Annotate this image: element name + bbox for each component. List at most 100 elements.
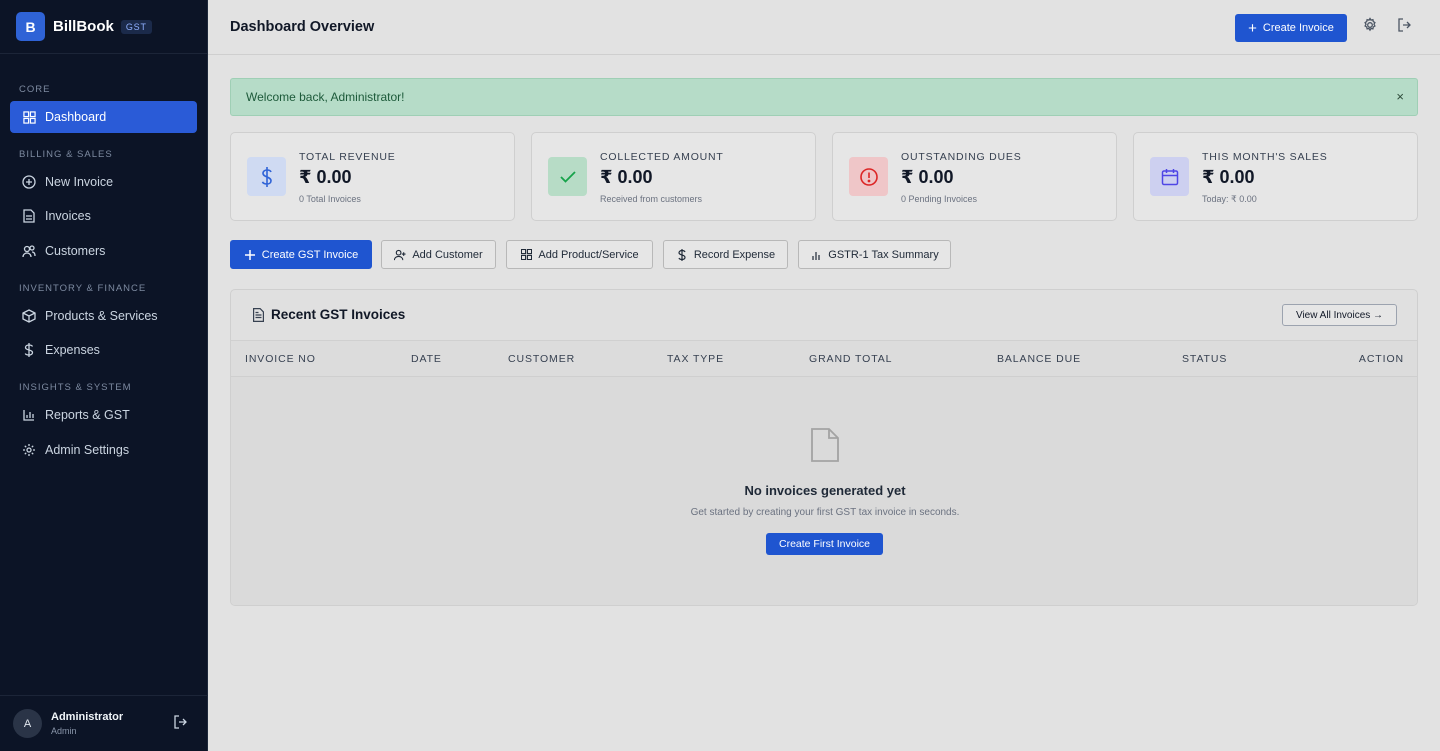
user-role: Admin — [51, 726, 77, 736]
column-header-balance-due[interactable]: BALANCE DUE — [997, 353, 1081, 365]
stat-value: ₹ 0.00 — [299, 167, 352, 187]
stat-value: ₹ 0.00 — [901, 167, 954, 187]
avatar[interactable]: A — [13, 709, 42, 738]
gstr1-summary-button[interactable]: GSTR-1 Tax Summary — [798, 240, 951, 269]
column-header-grand-total[interactable]: GRAND TOTAL — [809, 353, 892, 365]
add-product-button[interactable]: Add Product/Service — [506, 240, 653, 269]
sidebar-item-label: Customers — [45, 244, 106, 258]
stat-subtext: Received from customers — [600, 194, 703, 204]
action-label: Create GST Invoice — [261, 248, 359, 261]
view-all-invoices-button[interactable]: View All Invoices → — [1282, 304, 1397, 326]
empty-state: No invoices generated yet Get started by… — [231, 377, 1417, 605]
action-label: Add Product/Service — [538, 248, 639, 261]
page-title: Dashboard Overview — [230, 19, 375, 35]
sidebar-item-customers[interactable]: Customers — [10, 235, 197, 267]
welcome-alert: Welcome back, Administrator! × — [230, 78, 1418, 116]
stat-subtext: 0 Pending Invoices — [901, 194, 978, 204]
document-icon — [253, 308, 266, 323]
section-label-billing: BILLING & SALES — [19, 149, 113, 160]
stat-card-collected-amount: COLLECTED AMOUNT ₹ 0.00 Received from cu… — [531, 132, 816, 221]
stat-label: OUTSTANDING DUES — [901, 151, 1022, 163]
plus-circle-icon — [22, 175, 36, 189]
sidebar-item-invoices[interactable]: Invoices — [10, 200, 197, 232]
user-profile: A Administrator Admin — [0, 695, 208, 751]
column-header-date[interactable]: DATE — [411, 353, 442, 365]
create-invoice-button[interactable]: + Create Invoice — [1235, 14, 1347, 42]
stat-label: TOTAL REVENUE — [299, 151, 396, 163]
stat-label: COLLECTED AMOUNT — [600, 151, 724, 163]
sidebar-item-new-invoice[interactable]: New Invoice — [10, 166, 197, 198]
stat-card-month-sales: THIS MONTH'S SALES ₹ 0.00 Today: ₹ 0.00 — [1133, 132, 1418, 221]
sidebar-item-expenses[interactable]: Expenses — [10, 334, 197, 366]
calendar-icon — [1150, 157, 1189, 196]
user-name: Administrator — [51, 711, 124, 723]
user-plus-icon — [394, 249, 406, 261]
stat-card-total-revenue: TOTAL REVENUE ₹ 0.00 0 Total Invoices — [230, 132, 515, 221]
column-header-tax-type[interactable]: TAX TYPE — [667, 353, 724, 365]
stat-value: ₹ 0.00 — [600, 167, 653, 187]
logout-icon[interactable] — [1397, 17, 1413, 33]
table-header: INVOICE NO DATE CUSTOMER TAX TYPE GRAND … — [231, 340, 1417, 377]
settings-gear-icon[interactable] — [1362, 17, 1378, 33]
logout-icon[interactable] — [174, 715, 190, 731]
alert-icon — [849, 157, 888, 196]
sidebar-item-label: New Invoice — [45, 175, 114, 189]
sidebar-item-products[interactable]: Products & Services — [10, 300, 197, 332]
stat-subtext: 0 Total Invoices — [299, 194, 361, 204]
box-icon — [22, 309, 36, 323]
bar-chart-icon — [22, 408, 36, 422]
plus-icon: + — [1248, 19, 1257, 37]
sidebar-item-label: Admin Settings — [45, 443, 130, 457]
check-icon — [548, 157, 587, 196]
blank-document-icon — [810, 427, 840, 463]
sidebar-item-dashboard[interactable]: Dashboard — [10, 101, 197, 133]
empty-state-title: No invoices generated yet — [744, 483, 906, 498]
empty-state-subtitle: Get started by creating your first GST t… — [690, 507, 960, 518]
section-label-core: CORE — [19, 84, 51, 95]
top-header: Dashboard Overview + Create Invoice — [208, 0, 1440, 55]
sidebar-item-label: Expenses — [45, 343, 100, 357]
add-customer-button[interactable]: Add Customer — [381, 240, 496, 269]
stat-subtext: Today: ₹ 0.00 — [1202, 194, 1257, 204]
section-label-insights: INSIGHTS & SYSTEM — [19, 382, 132, 393]
panel-title: Recent GST Invoices — [271, 307, 406, 322]
user-meta: Administrator Admin — [51, 711, 123, 736]
stat-label: THIS MONTH'S SALES — [1202, 151, 1328, 163]
dollar-icon — [22, 343, 36, 357]
dollar-icon — [247, 157, 286, 196]
column-header-customer[interactable]: CUSTOMER — [508, 353, 575, 365]
create-gst-invoice-button[interactable]: Create GST Invoice — [230, 240, 372, 269]
sidebar-item-reports[interactable]: Reports & GST — [10, 399, 197, 431]
stat-value: ₹ 0.00 — [1202, 167, 1255, 187]
brand-logo: B — [16, 12, 45, 41]
column-header-status[interactable]: STATUS — [1182, 353, 1227, 365]
column-header-invoice-no[interactable]: INVOICE NO — [245, 353, 316, 365]
sidebar-item-label: Dashboard — [45, 110, 107, 124]
create-first-invoice-button[interactable]: Create First Invoice — [766, 533, 883, 555]
alert-message: Welcome back, Administrator! — [246, 90, 405, 104]
column-header-action: ACTION — [1358, 353, 1404, 365]
sidebar-item-label: Invoices — [45, 209, 91, 223]
create-invoice-label: Create Invoice — [1262, 22, 1334, 34]
action-label: Add Customer — [412, 248, 483, 261]
dollar-icon — [676, 248, 688, 261]
recent-invoices-panel: Recent GST Invoices View All Invoices → … — [230, 289, 1418, 606]
bar-chart-icon — [810, 249, 822, 261]
record-expense-button[interactable]: Record Expense — [663, 240, 788, 269]
gear-icon — [22, 443, 36, 457]
plus-icon — [244, 249, 256, 261]
grid-icon — [520, 249, 532, 261]
brand-badge: GST — [120, 19, 152, 34]
section-label-inventory: INVENTORY & FINANCE — [19, 283, 147, 294]
sidebar-item-label: Reports & GST — [45, 408, 130, 422]
document-icon — [22, 209, 36, 223]
grid-icon — [22, 110, 36, 124]
sidebar: B BillBook GST CORE Dashboard BILLING & … — [0, 0, 208, 751]
sidebar-item-admin-settings[interactable]: Admin Settings — [10, 434, 197, 466]
stat-card-outstanding-dues: OUTSTANDING DUES ₹ 0.00 0 Pending Invoic… — [832, 132, 1117, 221]
users-icon — [22, 244, 36, 258]
brand-name: BillBook — [53, 18, 114, 35]
close-icon[interactable]: × — [1396, 89, 1404, 104]
brand[interactable]: B BillBook GST — [0, 0, 207, 54]
action-label: Record Expense — [693, 248, 776, 261]
